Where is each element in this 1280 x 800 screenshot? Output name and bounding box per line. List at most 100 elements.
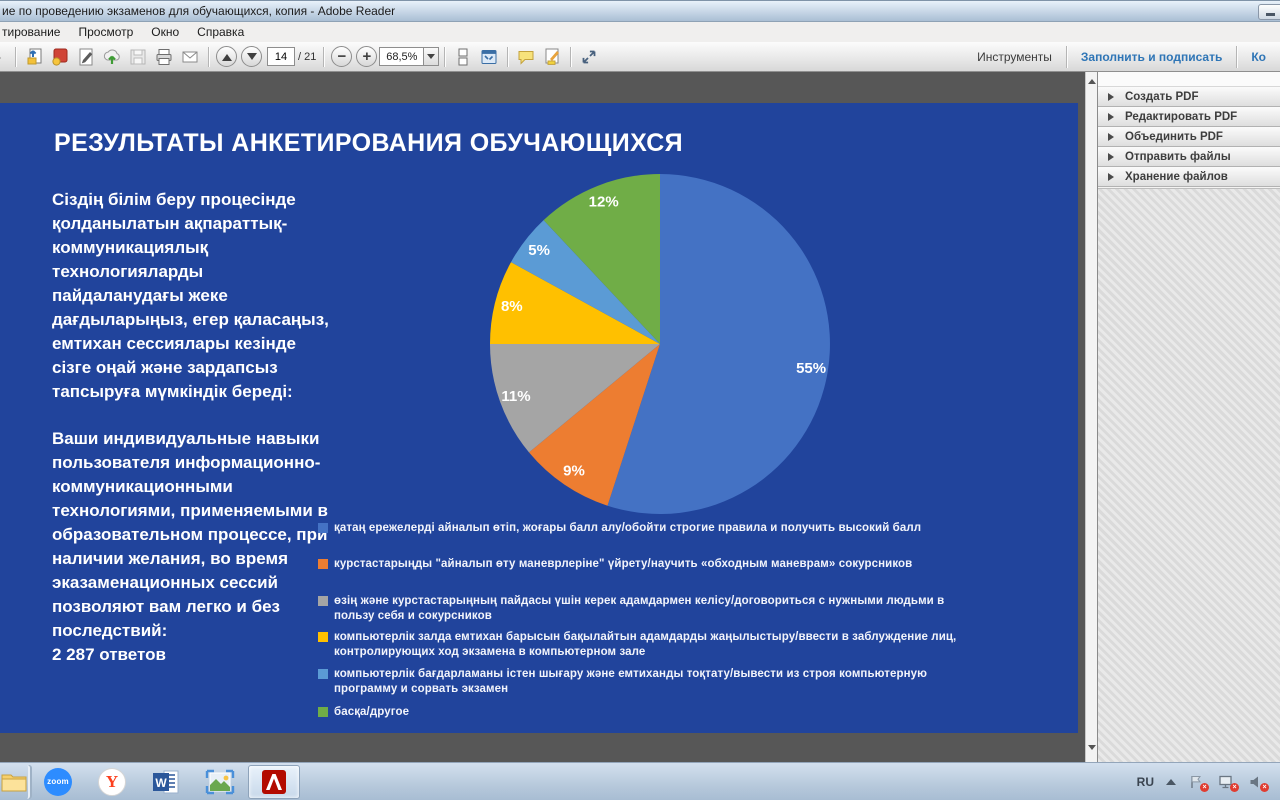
email-button[interactable] bbox=[178, 45, 202, 69]
cloud-upload-button[interactable] bbox=[100, 45, 124, 69]
taskbar-word-button[interactable]: W bbox=[140, 765, 192, 799]
legend-item-5: басқа/другое bbox=[318, 705, 409, 720]
volume-muted-icon[interactable]: × bbox=[1248, 774, 1266, 790]
taskbar-yandex-browser-button[interactable]: Y bbox=[86, 765, 138, 799]
fill-sign-menu[interactable]: Заполнить и подписать bbox=[1067, 50, 1236, 64]
photo-viewer-icon bbox=[205, 769, 235, 795]
taskbar-explorer-button[interactable] bbox=[0, 765, 30, 799]
fit-page-button[interactable] bbox=[477, 45, 501, 69]
legend-color-swatch bbox=[318, 596, 328, 606]
slide-text-column: Сіздің білім беру процесінде қолданылаты… bbox=[52, 188, 336, 667]
comment-bubble-button[interactable] bbox=[514, 45, 538, 69]
toolbar: / 21 − + 68,5% bbox=[0, 42, 1280, 72]
paragraph-russian: Ваши индивидуальные навыки пользователя … bbox=[52, 427, 336, 643]
panel-item-4[interactable]: Хранение файлов bbox=[1098, 167, 1280, 187]
cloud-upload-icon bbox=[102, 47, 122, 67]
menu-item-0[interactable]: тирование bbox=[0, 23, 69, 41]
previous-page-button[interactable] bbox=[216, 46, 237, 67]
taskbar-photo-viewer-button[interactable] bbox=[194, 765, 246, 799]
pie-slice-label: 8% bbox=[501, 298, 523, 315]
clipped-tool-icon bbox=[0, 50, 8, 64]
tools-menu[interactable]: Инструменты bbox=[963, 50, 1066, 64]
document-area[interactable]: РЕЗУЛЬТАТЫ АНКЕТИРОВАНИЯ ОБУЧАЮЩИХСЯ Сіз… bbox=[0, 72, 1085, 762]
save-button[interactable] bbox=[126, 45, 150, 69]
sign-document-button[interactable] bbox=[74, 45, 98, 69]
tray-expand-icon[interactable] bbox=[1166, 774, 1176, 785]
taskbar-zoom-button[interactable]: zoom bbox=[32, 765, 84, 799]
pie-slice-label: 12% bbox=[589, 194, 619, 211]
legend-color-swatch bbox=[318, 523, 328, 533]
legend-item-text: басқа/другое bbox=[334, 705, 409, 720]
zoom-app-icon: zoom bbox=[44, 768, 72, 796]
taskbar-adobe-reader-button[interactable] bbox=[248, 765, 300, 799]
tools-panel-header bbox=[1098, 72, 1280, 87]
highlight-icon bbox=[542, 47, 562, 67]
panel-item-3[interactable]: Отправить файлы bbox=[1098, 147, 1280, 167]
legend-color-swatch bbox=[318, 559, 328, 569]
pdf-slide: РЕЗУЛЬТАТЫ АНКЕТИРОВАНИЯ ОБУЧАЮЩИХСЯ Сіз… bbox=[0, 103, 1078, 733]
document-scrollbar[interactable] bbox=[1085, 72, 1097, 762]
svg-text:W: W bbox=[155, 776, 167, 790]
window-title: ие по проведению экзаменов для обучающих… bbox=[2, 4, 395, 18]
menu-item-2[interactable]: Окно bbox=[142, 23, 188, 41]
highlight-button[interactable] bbox=[540, 45, 564, 69]
panel-item-1[interactable]: Редактировать PDF bbox=[1098, 107, 1280, 127]
plus-icon: + bbox=[362, 49, 371, 64]
yandex-browser-icon: Y bbox=[98, 768, 126, 796]
panel-item-label: Редактировать PDF bbox=[1125, 111, 1237, 123]
legend-item-text: компьютерлік бағдарламаны істен шығару ж… bbox=[334, 667, 984, 697]
panel-item-label: Отправить файлы bbox=[1125, 151, 1231, 163]
fullscreen-icon bbox=[579, 47, 599, 67]
legend-item-4: компьютерлік бағдарламаны істен шығару ж… bbox=[318, 667, 984, 697]
triangle-expand-icon bbox=[1108, 173, 1118, 181]
legend-item-text: өзің және курстастарыңның пайдасы үшін к… bbox=[334, 594, 984, 624]
taskbar: zoom Y W bbox=[0, 762, 1280, 800]
sign-document-icon bbox=[76, 47, 96, 67]
down-arrow-icon bbox=[247, 53, 257, 65]
error-badge: × bbox=[1200, 783, 1209, 792]
workspace: РЕЗУЛЬТАТЫ АНКЕТИРОВАНИЯ ОБУЧАЮЩИХСЯ Сіз… bbox=[0, 72, 1280, 762]
comment-menu[interactable]: Ко bbox=[1237, 50, 1280, 64]
next-page-button[interactable] bbox=[241, 46, 262, 67]
fullscreen-button[interactable] bbox=[577, 45, 601, 69]
legend-item-text: курстастарыңды "айналып өту маневрлеріне… bbox=[334, 557, 912, 572]
toolbar-right-menus: ИнструментыЗаполнить и подписатьКо bbox=[963, 42, 1280, 71]
zoom-dropdown-button[interactable] bbox=[423, 47, 439, 66]
open-file-button[interactable] bbox=[22, 45, 46, 69]
print-button[interactable] bbox=[152, 45, 176, 69]
panel-item-label: Хранение файлов bbox=[1125, 171, 1228, 183]
send-file-button[interactable] bbox=[48, 45, 72, 69]
legend-item-2: өзің және курстастарыңның пайдасы үшін к… bbox=[318, 594, 984, 624]
zoom-in-button[interactable]: + bbox=[356, 46, 377, 67]
zoom-out-button[interactable]: − bbox=[331, 46, 352, 67]
legend-color-swatch bbox=[318, 669, 328, 679]
window-titlebar: ие по проведению экзаменов для обучающих… bbox=[0, 0, 1280, 22]
menu-item-1[interactable]: Просмотр bbox=[69, 23, 142, 41]
zoom-level-value[interactable]: 68,5% bbox=[379, 47, 423, 66]
minimize-button[interactable] bbox=[1258, 4, 1280, 20]
folder-icon bbox=[1, 771, 27, 793]
print-icon bbox=[154, 47, 174, 67]
tools-panel: Создать PDF Редактировать PDF Объединить P… bbox=[1097, 72, 1280, 762]
panel-item-label: Объединить PDF bbox=[1125, 131, 1223, 143]
triangle-expand-icon bbox=[1108, 113, 1118, 121]
menu-item-3[interactable]: Справка bbox=[188, 23, 253, 41]
scroll-mode-button[interactable] bbox=[451, 45, 475, 69]
minus-icon: − bbox=[337, 49, 346, 64]
up-arrow-icon bbox=[222, 49, 232, 61]
panel-item-0[interactable]: Создать PDF bbox=[1098, 87, 1280, 107]
action-center-flag-icon[interactable]: × bbox=[1188, 774, 1206, 790]
error-badge: × bbox=[1230, 783, 1239, 792]
open-file-icon bbox=[24, 47, 44, 67]
paragraph-kazakh: Сіздің білім беру процесінде қолданылаты… bbox=[52, 188, 336, 404]
answers-count: 2 287 ответов bbox=[52, 643, 336, 667]
word-icon: W bbox=[151, 768, 181, 796]
triangle-expand-icon bbox=[1108, 153, 1118, 161]
language-indicator[interactable]: RU bbox=[1137, 775, 1154, 789]
system-tray: RU × × × bbox=[1137, 774, 1280, 790]
page-number-input[interactable] bbox=[267, 47, 295, 66]
pie-slice-label: 5% bbox=[528, 242, 550, 259]
panel-item-2[interactable]: Объединить PDF bbox=[1098, 127, 1280, 147]
network-status-icon[interactable]: × bbox=[1218, 774, 1236, 790]
pie-chart: 55%9%11%8%5%12% bbox=[485, 169, 835, 519]
